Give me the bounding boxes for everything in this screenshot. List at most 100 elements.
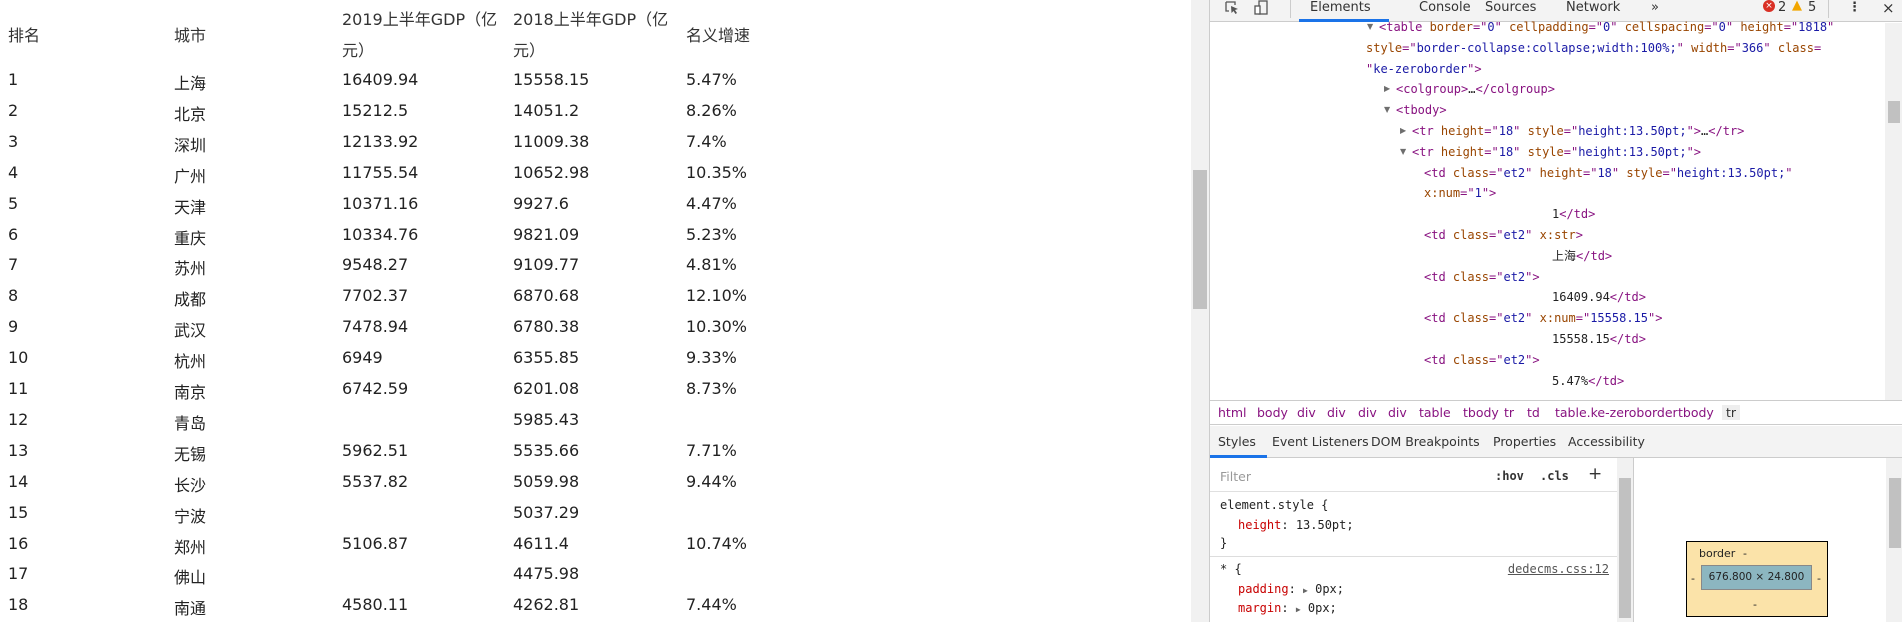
more-options-icon[interactable]: ⋮	[1848, 0, 1861, 19]
cell-growth: 9.44%	[686, 471, 737, 491]
dom-node-line[interactable]: <td class="et2" x:num="15558.15">	[1424, 308, 1662, 328]
breadcrumb-item[interactable]: tbody	[1678, 405, 1714, 420]
breadcrumb-item[interactable]: div	[1297, 405, 1316, 420]
dom-token: height	[1440, 144, 1485, 159]
cls-toggle[interactable]: .cls	[1540, 469, 1569, 483]
dom-node-line[interactable]: 上海</td>	[1552, 246, 1612, 266]
expand-arrow-icon[interactable]: ▶	[1303, 586, 1308, 595]
subtab-dom-breakpoints[interactable]: DOM Breakpoints	[1371, 434, 1480, 449]
dom-token: 16409.94	[1552, 290, 1610, 305]
tab-elements[interactable]: Elements	[1310, 0, 1371, 19]
property-name[interactable]: height	[1238, 518, 1281, 532]
computed-scrollbar[interactable]	[1886, 458, 1902, 622]
dom-token: <td	[1424, 311, 1453, 326]
dom-node-line[interactable]: <tr height="18" style="height:13.50pt;">	[1412, 142, 1701, 162]
dom-node-line[interactable]: <colgroup>…</colgroup>	[1396, 79, 1555, 99]
property-value[interactable]: 0px;	[1315, 582, 1344, 596]
dom-scrollbar[interactable]	[1885, 23, 1902, 400]
dom-node-line[interactable]: style="border-collapse:collapse;width:10…	[1366, 38, 1821, 58]
dom-node-line[interactable]: <table border="0" cellpadding="0" cellsp…	[1379, 17, 1834, 37]
collapse-arrow-icon[interactable]: ▼	[1367, 22, 1373, 31]
cell-rank: 7	[8, 255, 19, 275]
cell-gdp-2019: 5106.87	[342, 533, 409, 553]
dom-node-line[interactable]: <td class="et2" x:str>	[1424, 225, 1583, 245]
subtab-event-listeners[interactable]: Event Listeners	[1272, 434, 1369, 449]
dom-node-line[interactable]: "ke-zeroborder">	[1366, 59, 1482, 79]
page-scrollbar-thumb[interactable]	[1193, 170, 1207, 309]
device-toolbar-icon[interactable]	[1254, 0, 1270, 16]
dom-token: 0	[1487, 20, 1495, 34]
subtab-properties[interactable]: Properties	[1493, 434, 1556, 449]
dom-node-line[interactable]: 1</td>	[1552, 204, 1595, 224]
dom-token: style	[1366, 40, 1403, 55]
breadcrumb-item[interactable]: table.ke-zeroborder	[1555, 405, 1678, 420]
inspect-element-icon[interactable]	[1224, 0, 1240, 16]
style-property[interactable]: height: 13.50pt;	[1238, 518, 1354, 532]
box-model-value: -	[1817, 572, 1821, 585]
dom-node-line[interactable]: <tr height="18" style="height:13.50pt;">…	[1412, 121, 1744, 141]
dom-node-line[interactable]: <td class="et2">	[1424, 350, 1540, 370]
breadcrumb-item[interactable]: body	[1257, 405, 1288, 420]
dom-token: "	[1763, 40, 1778, 55]
dom-token: ="	[1402, 40, 1417, 55]
breadcrumb: html body div div div div table tbody tr td table.…	[1210, 400, 1902, 425]
breadcrumb-item[interactable]: table	[1419, 405, 1451, 420]
breadcrumb-item[interactable]: tbody	[1463, 405, 1499, 420]
expand-arrow-icon[interactable]: ▶	[1296, 605, 1301, 614]
computed-scrollbar-thumb[interactable]	[1889, 478, 1901, 548]
subtab-accessibility[interactable]: Accessibility	[1568, 434, 1645, 449]
breadcrumb-item[interactable]: div	[1358, 405, 1377, 420]
breadcrumb-item[interactable]: td	[1527, 405, 1540, 420]
filter-input[interactable]: Filter	[1220, 469, 1251, 484]
expand-arrow-icon[interactable]: ▶	[1384, 84, 1390, 93]
stylesheet-link[interactable]: dedecms.css:12	[1508, 562, 1609, 576]
dom-node-line[interactable]: 15558.15</td>	[1552, 329, 1646, 349]
new-rule-button[interactable]: +	[1588, 464, 1602, 484]
cell-rank: 11	[8, 379, 29, 398]
styles-scrollbar-thumb[interactable]	[1619, 478, 1631, 618]
hov-toggle[interactable]: :hov	[1495, 469, 1524, 483]
dom-token: <colgroup>	[1396, 82, 1469, 97]
dom-node-line[interactable]: 16409.94</td>	[1552, 287, 1646, 307]
close-icon[interactable]: ×	[1882, 0, 1895, 19]
cell-gdp-2019: 16409.94	[342, 70, 419, 89]
dom-node-line[interactable]: <td class="et2" height="18" style="heigh…	[1424, 163, 1793, 183]
dom-node-line[interactable]: <td class="et2">	[1424, 267, 1540, 287]
breadcrumb-item[interactable]: div	[1327, 405, 1346, 420]
error-icon[interactable]: ×	[1763, 0, 1775, 12]
breadcrumb-item[interactable]: div	[1388, 405, 1407, 420]
breadcrumb-item[interactable]: html	[1218, 405, 1246, 420]
expand-arrow-icon[interactable]: ▶	[1400, 126, 1406, 135]
dom-node-line[interactable]: x:num="1">	[1424, 183, 1496, 203]
property-name[interactable]: padding	[1238, 582, 1289, 596]
dom-scrollbar-thumb[interactable]	[1888, 101, 1900, 123]
styles-pane: Filter :hov .cls + element.style { heigh…	[1210, 458, 1633, 622]
page-scrollbar[interactable]	[1191, 0, 1209, 622]
cell-city: 武汉	[174, 321, 207, 341]
cell-growth: 8.26%	[686, 100, 737, 120]
cell-rank: 2	[8, 100, 19, 120]
style-property[interactable]: padding: ▶ 0px;	[1238, 582, 1344, 596]
dom-node-line[interactable]: <tbody>	[1396, 100, 1447, 120]
cell-growth: 4.47%	[686, 193, 737, 213]
collapse-arrow-icon[interactable]: ▼	[1384, 105, 1390, 114]
cell-growth: 7.4%	[686, 131, 727, 151]
dom-node-line[interactable]: 5.47%</td>	[1552, 371, 1624, 391]
cell-city: 长沙	[174, 475, 207, 495]
cell-rank: 9	[8, 317, 19, 337]
warning-icon[interactable]: ▲	[1792, 0, 1802, 13]
subtab-styles[interactable]: Styles	[1218, 434, 1256, 449]
dom-token: ">	[1648, 311, 1663, 326]
breadcrumb-item[interactable]: tr	[1504, 405, 1514, 420]
property-value[interactable]: 0px;	[1308, 601, 1337, 615]
cell-city: 上海	[174, 74, 207, 93]
header-gdp-2018: 2018上半年GDP（亿 元）	[513, 4, 668, 66]
property-value[interactable]: 13.50pt;	[1296, 518, 1354, 532]
collapse-arrow-icon[interactable]: ▼	[1400, 147, 1406, 156]
breadcrumb-item[interactable]: tr	[1722, 405, 1741, 420]
property-name[interactable]: margin	[1238, 601, 1281, 615]
cell-gdp-2018: 14051.2	[513, 100, 580, 120]
styles-scrollbar[interactable]	[1617, 458, 1633, 622]
cell-rank: 3	[8, 131, 19, 151]
style-property[interactable]: margin: ▶ 0px;	[1238, 601, 1337, 615]
